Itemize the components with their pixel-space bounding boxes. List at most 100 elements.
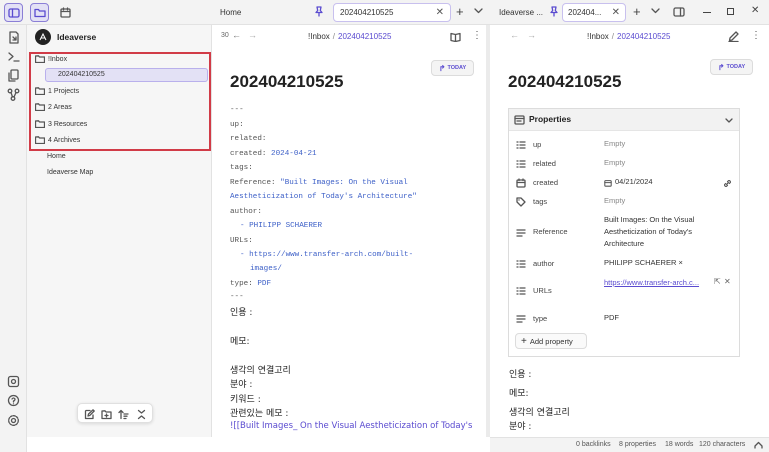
frontmatter-reference[interactable]: Reference: "Built Images: On the Visual [230, 179, 408, 187]
backlinks-count[interactable]: 0 backlinks [576, 441, 611, 448]
edit-pencil-icon[interactable] [728, 31, 739, 42]
property-row-urls[interactable]: URLs https://www.transfer-arch.c... ⇱ ✕ [509, 277, 739, 301]
new-folder-icon[interactable] [101, 409, 112, 420]
sync-icon[interactable] [754, 441, 763, 449]
frontmatter-urls-key[interactable]: URLs: [230, 237, 253, 245]
tab-202404-right[interactable]: 202404... ✕ [562, 3, 626, 22]
tab-202404210525[interactable]: 202404210525 ✕ [333, 3, 451, 22]
reading-view-icon[interactable] [450, 32, 461, 42]
body-field[interactable]: 분야 : [509, 419, 531, 432]
embedded-link[interactable]: ![[Built Images_ On the Visual Aesthetic… [230, 421, 480, 431]
frontmatter-author-key[interactable]: author: [230, 208, 262, 216]
remove-icon[interactable]: ✕ [724, 277, 731, 286]
vault-avatar[interactable] [35, 29, 51, 45]
frontmatter-reference-cont[interactable]: Aestheticization of Today's Architecture… [230, 193, 417, 201]
body-keyword[interactable]: 키워드 : [230, 392, 261, 405]
breadcrumb-current[interactable]: 202404210525 [617, 32, 670, 41]
close-tab-icon[interactable]: ✕ [612, 7, 620, 18]
tab-ideaverse-map[interactable]: Ideaverse ... [492, 3, 552, 22]
property-value[interactable]: PHILIPP SCHAERER × [604, 257, 683, 269]
close-window-icon[interactable]: ✕ [751, 5, 759, 16]
property-value[interactable]: 04/21/2024 [615, 176, 653, 188]
copy-icon[interactable] [7, 69, 20, 82]
terminal-icon[interactable] [7, 50, 20, 63]
body-memo[interactable]: 메모: [509, 386, 529, 399]
breadcrumb-current[interactable]: 202404210525 [338, 32, 391, 41]
pin-icon[interactable] [314, 6, 324, 17]
tab-home[interactable]: Home [212, 3, 312, 22]
forward-arrow-icon[interactable]: → [527, 30, 536, 40]
link-icon[interactable] [723, 179, 732, 188]
frontmatter-related[interactable]: related: [230, 135, 266, 143]
chevron-down-icon[interactable] [725, 118, 733, 123]
sidebar-toggle-button[interactable] [4, 3, 23, 22]
chevron-down-icon[interactable] [651, 8, 660, 14]
property-row-reference[interactable]: Reference Built Images: On the Visual Ae… [509, 214, 739, 252]
vault-name[interactable]: Ideaverse [57, 32, 96, 42]
new-tab-icon[interactable]: + [456, 4, 464, 19]
tree-file-home[interactable]: Home [47, 149, 66, 163]
properties-count[interactable]: 8 properties [619, 441, 656, 448]
help-icon[interactable] [7, 394, 20, 407]
frontmatter-separator[interactable]: --- [230, 106, 244, 114]
sort-icon[interactable] [118, 409, 129, 420]
open-quick-switcher-icon[interactable] [7, 31, 20, 44]
settings-gear-icon[interactable] [7, 414, 20, 427]
back-arrow-icon[interactable]: ← [232, 30, 241, 40]
frontmatter-url-cont[interactable]: images/ [250, 265, 282, 273]
list-icon [516, 260, 526, 268]
frontmatter-created[interactable]: created: 2024-04-21 [230, 150, 317, 158]
external-link-icon[interactable]: ⇱ [714, 277, 721, 286]
new-note-icon[interactable] [84, 409, 95, 420]
property-value[interactable]: Empty [604, 138, 625, 150]
more-options-icon[interactable]: ⋮ [472, 30, 482, 41]
frontmatter-type[interactable]: type: PDF [230, 280, 271, 288]
pin-icon[interactable] [549, 6, 559, 17]
property-name: Reference [533, 227, 568, 236]
maximize-icon[interactable] [727, 8, 734, 15]
pane-divider[interactable] [486, 25, 490, 437]
minimize-icon[interactable] [703, 12, 711, 13]
body-thought[interactable]: 생각의 연결고리 [230, 363, 291, 376]
body-quote[interactable]: 인용 : [509, 367, 531, 380]
vault-icon[interactable] [7, 375, 20, 388]
breadcrumb-parent[interactable]: !Inbox [308, 32, 330, 41]
graph-view-icon[interactable] [7, 88, 20, 101]
properties-header[interactable]: Properties [509, 109, 739, 131]
property-value[interactable]: Built Images: On the Visual Aestheticiza… [604, 214, 719, 250]
close-tab-icon[interactable]: ✕ [436, 7, 444, 18]
chevron-down-icon[interactable] [474, 8, 483, 14]
property-value[interactable]: Empty [604, 195, 625, 207]
today-button[interactable]: ↱ TODAY [710, 59, 753, 75]
collapse-all-icon[interactable] [136, 409, 147, 420]
calendar-icon[interactable] [56, 3, 75, 22]
frontmatter-author-value[interactable]: - PHILIPP SCHAERER [240, 222, 322, 230]
frontmatter-separator-end[interactable]: --- [230, 293, 244, 301]
back-count[interactable]: 30 [221, 32, 229, 39]
body-related-memo[interactable]: 관련있는 메모 : [230, 406, 288, 419]
body-thought[interactable]: 생각의 연결고리 [509, 405, 570, 418]
property-value[interactable]: Empty [604, 157, 625, 169]
property-value[interactable]: PDF [604, 312, 619, 324]
breadcrumb: !Inbox / 202404210525 [308, 32, 391, 41]
new-tab-icon[interactable]: + [633, 4, 641, 19]
body-field[interactable]: 분야 : [230, 377, 252, 390]
tree-file-ideaverse-map[interactable]: Ideaverse Map [47, 165, 93, 179]
add-property-button[interactable]: + Add property [515, 333, 587, 349]
today-button[interactable]: ↱ TODAY [431, 60, 474, 76]
body-memo[interactable]: 메모: [230, 334, 250, 347]
frontmatter-url[interactable]: - https://www.transfer-arch.com/built- [240, 251, 413, 259]
note-title[interactable]: 202404210525 [508, 72, 621, 92]
body-quote[interactable]: 인용 : [230, 305, 252, 318]
back-arrow-icon[interactable]: ← [510, 30, 519, 40]
right-sidebar-toggle-icon[interactable] [673, 7, 685, 17]
note-title[interactable]: 202404210525 [230, 72, 343, 92]
forward-arrow-icon[interactable]: → [248, 30, 257, 40]
text-lines-icon [516, 229, 526, 237]
property-value[interactable]: https://www.transfer-arch.c... [604, 277, 710, 289]
frontmatter-up[interactable]: up: [230, 121, 244, 129]
frontmatter-tags[interactable]: tags: [230, 164, 253, 172]
file-explorer-tab-icon[interactable] [30, 3, 49, 22]
breadcrumb-parent[interactable]: !Inbox [587, 32, 609, 41]
more-options-icon[interactable]: ⋮ [751, 30, 761, 41]
